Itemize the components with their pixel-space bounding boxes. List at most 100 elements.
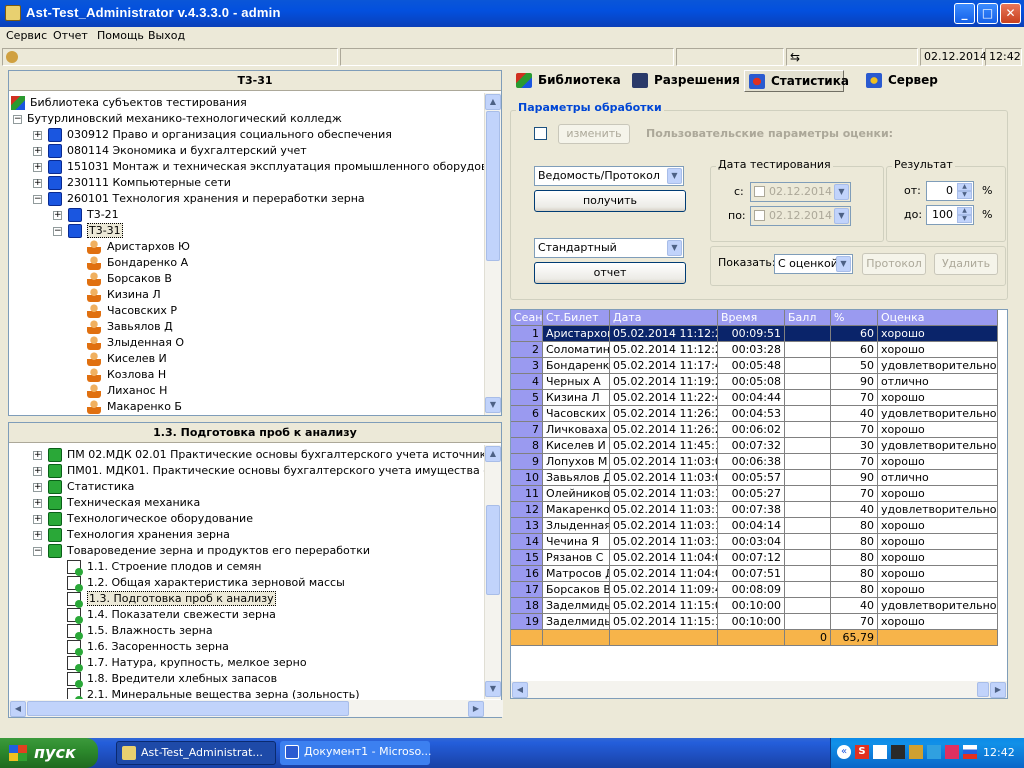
grid-cell[interactable]: 05.02.2014 11:03:08 (610, 454, 718, 470)
grid-cell[interactable]: 00:07:32 (718, 438, 785, 454)
grid-cell[interactable]: 05.02.2014 11:03:17 (610, 518, 718, 534)
row-number[interactable]: 12 (511, 502, 543, 518)
row-number[interactable]: 16 (511, 566, 543, 582)
grid-cell[interactable]: 00:05:57 (718, 470, 785, 486)
report-type-select[interactable]: Ведомость/Протокол ▼ (534, 166, 684, 186)
grid-cell[interactable]: 05.02.2014 11:12:23 (610, 342, 718, 358)
grid-cell[interactable]: 05.02.2014 11:04:01 (610, 550, 718, 566)
grid-header[interactable]: Оценка (878, 310, 998, 326)
tests-hscroll[interactable]: ◀ ▶ (9, 700, 503, 717)
grid-cell[interactable] (785, 502, 831, 518)
grid-cell[interactable]: 00:05:08 (718, 374, 785, 390)
grid-header[interactable]: Дата (610, 310, 718, 326)
row-number[interactable]: 7 (511, 422, 543, 438)
grid-cell[interactable]: хорошо (878, 390, 998, 406)
grid-cell[interactable]: 00:08:09 (718, 582, 785, 598)
menu-help[interactable]: Помощь (97, 29, 144, 42)
grid-cell[interactable] (785, 342, 831, 358)
grid-cell[interactable]: хорошо (878, 454, 998, 470)
grid-header[interactable]: Ст.Билет (543, 310, 610, 326)
grid-cell[interactable]: 00:04:53 (718, 406, 785, 422)
grid-cell[interactable]: 05.02.2014 11:15:01 (610, 598, 718, 614)
row-number[interactable]: 2 (511, 342, 543, 358)
spin-up-icon[interactable]: ▲ (957, 207, 972, 215)
grid-cell[interactable]: 05.02.2014 11:45:16 (610, 438, 718, 454)
row-number[interactable]: 11 (511, 486, 543, 502)
date-from-checkbox[interactable] (754, 186, 765, 197)
scroll-thumb[interactable] (486, 111, 500, 261)
grid-cell[interactable]: 40 (831, 598, 878, 614)
grid-cell[interactable]: хорошо (878, 534, 998, 550)
grid-cell[interactable] (785, 454, 831, 470)
expand-icon[interactable]: + (33, 467, 42, 476)
grid-cell[interactable]: хорошо (878, 422, 998, 438)
grid-cell[interactable]: Рязанов С (543, 550, 610, 566)
grid-cell[interactable]: 40 (831, 406, 878, 422)
edit-button[interactable]: изменить (558, 124, 630, 144)
grid-cell[interactable]: Аристархов (543, 326, 610, 342)
grid-cell[interactable]: 05.02.2014 11:03:11 (610, 486, 718, 502)
grid-cell[interactable]: 05.02.2014 11:26:27 (610, 406, 718, 422)
grid-cell[interactable]: отлично (878, 470, 998, 486)
grid-cell[interactable] (785, 566, 831, 582)
grid-cell[interactable]: 80 (831, 566, 878, 582)
grid-cell[interactable]: 60 (831, 326, 878, 342)
collapse-icon[interactable]: − (13, 115, 22, 124)
spin-up-icon[interactable]: ▲ (957, 183, 972, 191)
scroll-up-icon[interactable]: ▲ (485, 94, 501, 110)
grid-cell[interactable]: 30 (831, 438, 878, 454)
row-number[interactable]: 18 (511, 598, 543, 614)
expand-icon[interactable]: + (33, 179, 42, 188)
grid-cell[interactable]: удовлетворительно (878, 358, 998, 374)
maximize-button[interactable]: □ (977, 3, 998, 24)
tab-statistics[interactable]: Статистика (744, 70, 849, 92)
grid-cell[interactable] (785, 374, 831, 390)
grid-cell[interactable]: Личковаха Л (543, 422, 610, 438)
grid-cell[interactable]: 05.02.2014 11:03:36 (610, 534, 718, 550)
groups-vscroll[interactable]: ▲ ▼ (484, 93, 501, 415)
collapse-tray-icon[interactable]: « (837, 745, 851, 759)
grid-cell[interactable]: 00:05:27 (718, 486, 785, 502)
task-word[interactable]: Документ1 - Microso... (280, 741, 431, 765)
grid-cell[interactable] (785, 534, 831, 550)
tray-app-icon[interactable] (873, 745, 887, 759)
grid-cell[interactable]: 05.02.2014 11:19:25 (610, 374, 718, 390)
grid-cell[interactable]: 70 (831, 486, 878, 502)
grid-cell[interactable]: 70 (831, 454, 878, 470)
tab-server[interactable]: Сервер (862, 70, 952, 92)
template-select[interactable]: Стандартный ▼ (534, 238, 684, 258)
grid-cell[interactable] (785, 406, 831, 422)
row-number[interactable]: 8 (511, 438, 543, 454)
scroll-left-icon[interactable]: ◀ (10, 701, 26, 717)
grid-header[interactable]: Сеанс (511, 310, 543, 326)
row-number[interactable]: 10 (511, 470, 543, 486)
grid-cell[interactable]: 00:07:51 (718, 566, 785, 582)
grid-cell[interactable]: 00:04:14 (718, 518, 785, 534)
collapse-icon[interactable]: − (33, 547, 42, 556)
grid-cell[interactable]: 00:04:44 (718, 390, 785, 406)
result-from-spinner[interactable]: 0 ▲ ▼ (926, 181, 974, 201)
grid-cell[interactable]: 05.02.2014 11:04:01 (610, 566, 718, 582)
tab-library[interactable]: Библиотека (512, 70, 621, 92)
chevron-down-icon[interactable]: ▼ (834, 184, 849, 200)
grid-cell[interactable]: 00:06:02 (718, 422, 785, 438)
language-icon[interactable] (963, 745, 977, 759)
tray-app-icon[interactable] (891, 745, 905, 759)
start-button[interactable]: пуск (0, 738, 98, 768)
spin-down-icon[interactable]: ▼ (957, 191, 972, 199)
close-button[interactable]: ✕ (1000, 3, 1021, 24)
grid-cell[interactable]: Заделмидько (543, 598, 610, 614)
grid-cell[interactable] (785, 518, 831, 534)
grid-cell[interactable]: хорошо (878, 326, 998, 342)
grid-cell[interactable] (785, 358, 831, 374)
protocol-button[interactable]: Протокол (862, 253, 926, 275)
row-number[interactable]: 14 (511, 534, 543, 550)
grid-cell[interactable]: хорошо (878, 614, 998, 630)
grid-cell[interactable]: отлично (878, 374, 998, 390)
grid-cell[interactable]: Чечина Я (543, 534, 610, 550)
grid-cell[interactable]: 00:03:04 (718, 534, 785, 550)
expand-icon[interactable]: + (33, 163, 42, 172)
grid-cell[interactable]: 80 (831, 582, 878, 598)
grid-cell[interactable]: Злыденная (543, 518, 610, 534)
grid-cell[interactable]: хорошо (878, 518, 998, 534)
